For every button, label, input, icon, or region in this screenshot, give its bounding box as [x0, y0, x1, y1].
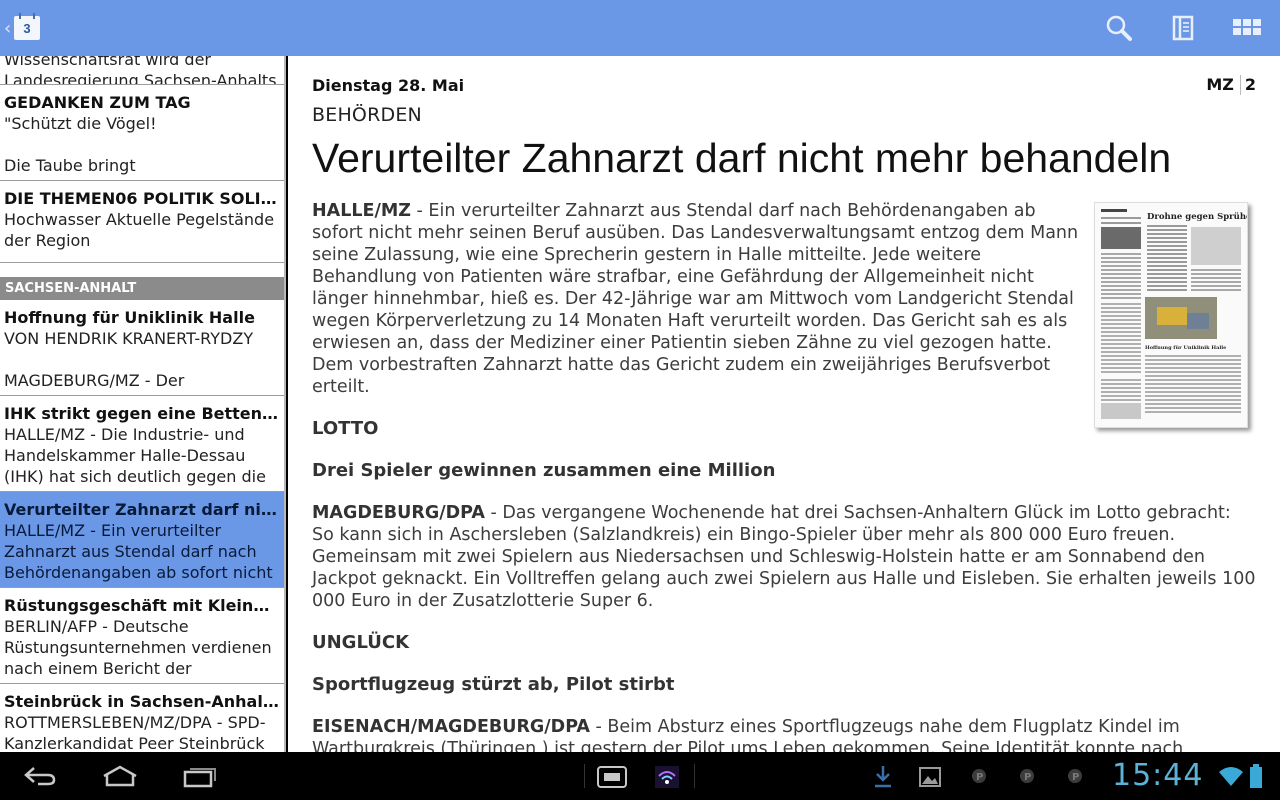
calendar-day: 3	[23, 21, 31, 36]
screenshot-icon[interactable]	[596, 762, 628, 790]
paper-name: MZ	[1206, 74, 1234, 94]
back-icon[interactable]	[22, 762, 58, 790]
sub-headline: Drei Spieler gewinnen zusammen eine Mill…	[312, 460, 776, 481]
gallery-icon	[918, 762, 942, 790]
notification-p-icon: P	[1016, 762, 1038, 790]
calendar-icon: 3	[14, 13, 40, 40]
article-paragraph: EISENACH/MAGDEBURG/DPA - Beim Absturz ei…	[312, 716, 1256, 752]
list-item-snippet: BERLIN/AFP - Deutsche Rüstungsunternehme…	[4, 617, 272, 678]
section-heading: UNGLÜCK	[312, 632, 410, 653]
list-item-title: Hoffnung für Uniklinik Halle	[4, 308, 255, 327]
action-bar: ‹ 3	[0, 0, 1280, 56]
article-list[interactable]: Wissenschaftsrat wird der Landesregierun…	[0, 56, 286, 752]
page-indicator: MZ 2	[1206, 75, 1256, 96]
notification-p-icon: P	[968, 762, 990, 790]
thumbnail-subhead: Hoffnung für Uniklinik Halle	[1145, 344, 1226, 351]
svg-text:P: P	[976, 772, 983, 783]
article-paragraph: MAGDEBURG/DPA - Das vergangene Wochenend…	[312, 502, 1256, 612]
list-item-snippet: Hochwasser Aktuelle Pegelstände der Regi…	[4, 210, 275, 250]
notification-p-icon: P	[1064, 762, 1086, 790]
list-item[interactable]: DIE THEMEN06 POLITIK SOLINGEN... Hochwas…	[0, 181, 284, 263]
list-item[interactable]: Wissenschaftsrat wird der Landesregierun…	[0, 56, 284, 85]
page-thumbnail[interactable]: Drohne gegen Sprüher Hoffnung für Unikli…	[1094, 202, 1248, 428]
list-item-title: Verurteilter Zahnarzt darf nicht mehr...	[4, 500, 280, 519]
list-item-snippet: VON HENDRIK KRANERT-RYDZY MAGDEBURG/MZ -…	[4, 329, 254, 390]
list-item[interactable]: Steinbrück in Sachsen-Anhalt unt... ROTT…	[0, 684, 284, 752]
list-item[interactable]: IHK strikt gegen eine Bettensteuer HALLE…	[0, 396, 284, 492]
dateline: Dienstag 28. Mai MZ 2	[312, 74, 1256, 96]
list-item-title: Steinbrück in Sachsen-Anhalt unt...	[4, 692, 280, 711]
list-item[interactable]: Hoffnung für Uniklinik Halle VON HENDRIK…	[0, 300, 284, 396]
home-icon[interactable]	[102, 762, 138, 790]
search-icon[interactable]	[1104, 14, 1134, 42]
paragraph-text: - Ein verurteilter Zahnarzt aus Stendal …	[312, 201, 1079, 397]
article-view[interactable]: Dienstag 28. Mai MZ 2 BEHÖRDEN Verurteilt…	[288, 56, 1280, 752]
paragraph-lead: EISENACH/MAGDEBURG/DPA	[312, 717, 590, 737]
paragraph-lead: MAGDEBURG/DPA	[312, 503, 485, 523]
svg-text:P: P	[1024, 772, 1031, 783]
list-item-selected[interactable]: Verurteilter Zahnarzt darf nicht mehr...…	[0, 492, 284, 588]
list-item[interactable]: Rüstungsgeschäft mit Kleinwaffen... BERL…	[0, 588, 284, 684]
battery-icon	[1248, 762, 1264, 790]
sub-headline: Sportflugzeug stürzt ab, Pilot stirbt	[312, 674, 675, 695]
list-item-snippet: Wissenschaftsrat wird der Landesregierun…	[4, 56, 277, 85]
article-kicker: BEHÖRDEN	[312, 104, 422, 126]
recent-apps-icon[interactable]	[182, 762, 218, 790]
wifi-signal-icon	[1218, 762, 1244, 790]
list-item-snippet: ROTTMERSLEBEN/MZ/DPA - SPD- Kanzlerkandi…	[4, 713, 266, 752]
list-item-title: DIE THEMEN06 POLITIK SOLINGEN...	[4, 189, 280, 208]
up-calendar-button[interactable]: ‹ 3	[4, 13, 40, 44]
list-item-title: Rüstungsgeschäft mit Kleinwaffen...	[4, 596, 280, 615]
list-item[interactable]: GEDANKEN ZUM TAG "Schützt die Vögel! Die…	[0, 85, 284, 181]
paragraph-lead: HALLE/MZ	[312, 201, 411, 221]
list-item-title: GEDANKEN ZUM TAG	[4, 93, 191, 112]
svg-text:P: P	[1072, 772, 1079, 783]
section-header: SACHSEN-ANHALT	[0, 277, 284, 300]
grid-icon[interactable]	[1232, 14, 1262, 42]
list-item-title: IHK strikt gegen eine Bettensteuer	[4, 404, 280, 423]
list-item-snippet: HALLE/MZ - Die Industrie- und Handelskam…	[4, 425, 266, 486]
thumbnail-headline: Drohne gegen Sprüher	[1147, 211, 1247, 222]
download-icon	[872, 762, 894, 790]
book-icon[interactable]	[1168, 14, 1198, 42]
wifi-settings-icon[interactable]	[654, 762, 680, 790]
page-number: 2	[1244, 74, 1256, 94]
system-nav-bar: P P P 15:44	[0, 752, 1280, 800]
article-date: Dienstag 28. Mai	[312, 75, 465, 95]
list-item-snippet: "Schützt die Vögel! Die Taube bringt	[4, 114, 157, 175]
clock[interactable]: 15:44	[1112, 758, 1203, 793]
back-chevron-icon: ‹	[4, 18, 12, 39]
article-headline: Verurteilter Zahnarzt darf nicht mehr be…	[312, 135, 1172, 181]
list-item-snippet: HALLE/MZ - Ein verurteilter Zahnarzt aus…	[4, 521, 273, 582]
